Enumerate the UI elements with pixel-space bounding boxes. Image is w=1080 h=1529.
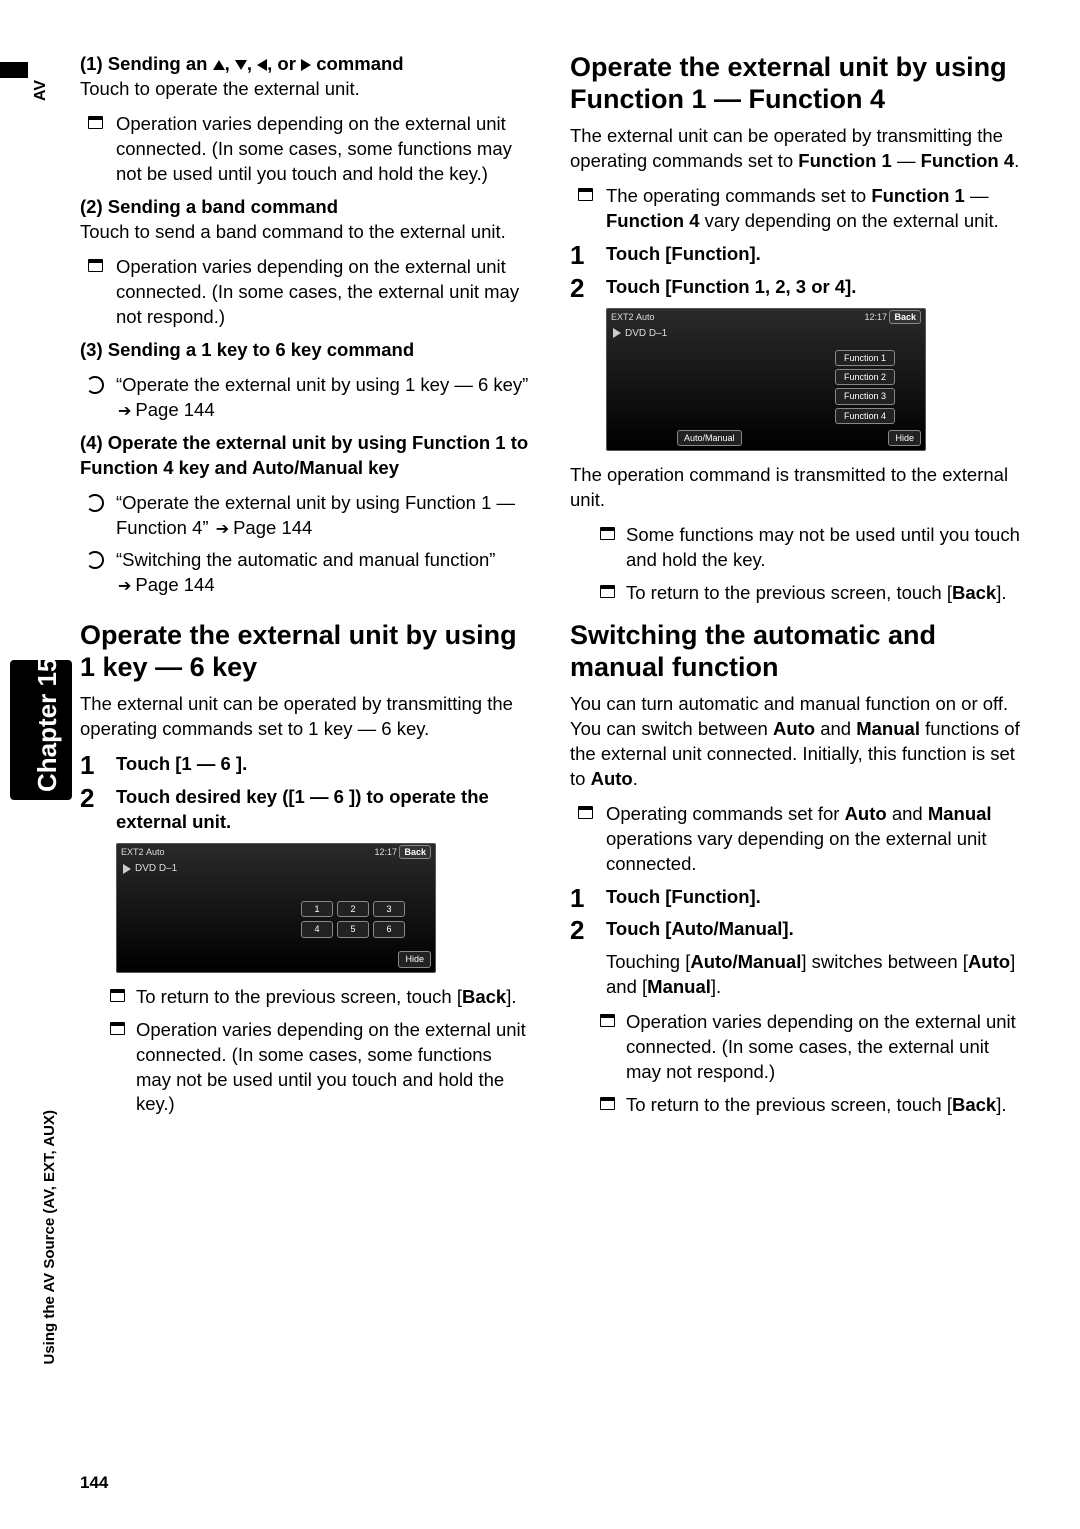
p1: Touch to operate the external unit. [80,78,360,99]
ref-3: “Switching the automatic and manual func… [80,548,530,598]
right-column: Operate the external unit by using Funct… [570,52,1020,1469]
ss-key-2[interactable]: 2 [337,901,369,917]
ss-func-1[interactable]: Function 1 [835,350,895,366]
bullet-r6: To return to the previous screen, touch … [570,1093,1020,1118]
screenshot-keys: EXT2 Auto 12:17 Back DVD D–1 1 2 3 4 5 6… [116,843,436,973]
bullet-r2: Some functions may not be used until you… [570,523,1020,573]
after-bullet-2: Operation varies depending on the extern… [80,1018,530,1118]
ss-back-button[interactable]: Back [399,845,431,859]
arrow-ref-icon [214,517,233,538]
left-column: (1) Sending an , , , or command Touch to… [80,52,530,1469]
step-r4: 2Touch [Auto/Manual]. [570,917,1020,942]
bullet-2: Operation varies depending on the extern… [80,255,530,330]
h1-pre: (1) Sending an [80,53,213,74]
ss-key-3[interactable]: 3 [373,901,405,917]
side-chapter-box: Chapter 15 [10,660,72,800]
ss-func-4[interactable]: Function 4 [835,408,895,424]
section-2-intro: The external unit can be operated by tra… [570,124,1020,174]
ss-key-1[interactable]: 1 [301,901,333,917]
ss-hide-button[interactable]: Hide [398,951,431,967]
ss-func-3[interactable]: Function 3 [835,388,895,404]
ss-key-5[interactable]: 5 [337,921,369,937]
ss-func-2[interactable]: Function 2 [835,369,895,385]
section-2-after: The operation command is transmitted to … [570,463,1020,513]
bullet-r4: Operating commands set for Auto and Manu… [570,802,1020,877]
bullet-r5: Operation varies depending on the extern… [570,1010,1020,1085]
section-1-intro: The external unit can be operated by tra… [80,692,530,742]
ss-back-button[interactable]: Back [889,310,921,324]
ref-1: “Operate the external unit by using 1 ke… [80,373,530,423]
section-1-title: Operate the external unit by using 1 key… [80,620,530,684]
h1-post: command [311,53,404,74]
play-icon [613,328,621,338]
section-2-title: Operate the external unit by using Funct… [570,52,1020,116]
section-3-intro: You can turn automatic and manual functi… [570,692,1020,792]
after-bullet-1: To return to the previous screen, touch … [80,985,530,1010]
heading-4: (4) Operate the external unit by using F… [80,431,530,481]
ss-hide-button[interactable]: Hide [888,430,921,446]
heading-3: (3) Sending a 1 key to 6 key command [80,338,530,363]
page-number: 144 [80,1472,108,1495]
arrow-right-icon [301,59,311,71]
heading-2: (2) Sending a band command Touch to send… [80,195,530,245]
arrow-left-icon [257,59,267,71]
step-r3: 1Touch [Function]. [570,885,1020,910]
bullet-1: Operation varies depending on the extern… [80,112,530,187]
play-icon [123,864,131,874]
ss-func-list: Function 1 Function 2 Function 3 Functio… [835,350,895,424]
arrow-down-icon [235,60,247,70]
bullet-r3: To return to the previous screen, touch … [570,581,1020,606]
ss-key-6[interactable]: 6 [373,921,405,937]
ss-key-grid: 1 2 3 4 5 6 [301,901,405,937]
side-chapter-label: Chapter 15 [30,658,65,792]
page-body: (1) Sending an , , , or command Touch to… [80,52,1020,1469]
ss-key-4[interactable]: 4 [301,921,333,937]
step-2: 2Touch desired key ([1 — 6 ]) to operate… [80,785,530,835]
arrow-up-icon [213,60,225,70]
side-black-marker [0,62,28,78]
step-1: 1Touch [1 — 6 ]. [80,752,530,777]
arrow-ref-icon [116,574,135,595]
ref-2: “Operate the external unit by using Func… [80,491,530,541]
side-label-av: AV [30,80,52,101]
arrow-ref-icon [116,399,135,420]
step-r2: 2Touch [Function 1, 2, 3 or 4]. [570,275,1020,300]
bullet-r1: The operating commands set to Function 1… [570,184,1020,234]
heading-1: (1) Sending an , , , or command Touch to… [80,52,530,102]
step-r4-desc: Touching [Auto/Manual] switches between … [570,950,1020,1000]
step-r1: 1Touch [Function]. [570,242,1020,267]
section-3-title: Switching the automatic and manual funct… [570,620,1020,684]
side-section-label: Using the AV Source (AV, EXT, AUX) [40,1110,60,1365]
screenshot-functions: EXT2 Auto 12:17 Back DVD D–1 Function 1 … [606,308,926,452]
ss-automanual-button[interactable]: Auto/Manual [677,430,742,446]
